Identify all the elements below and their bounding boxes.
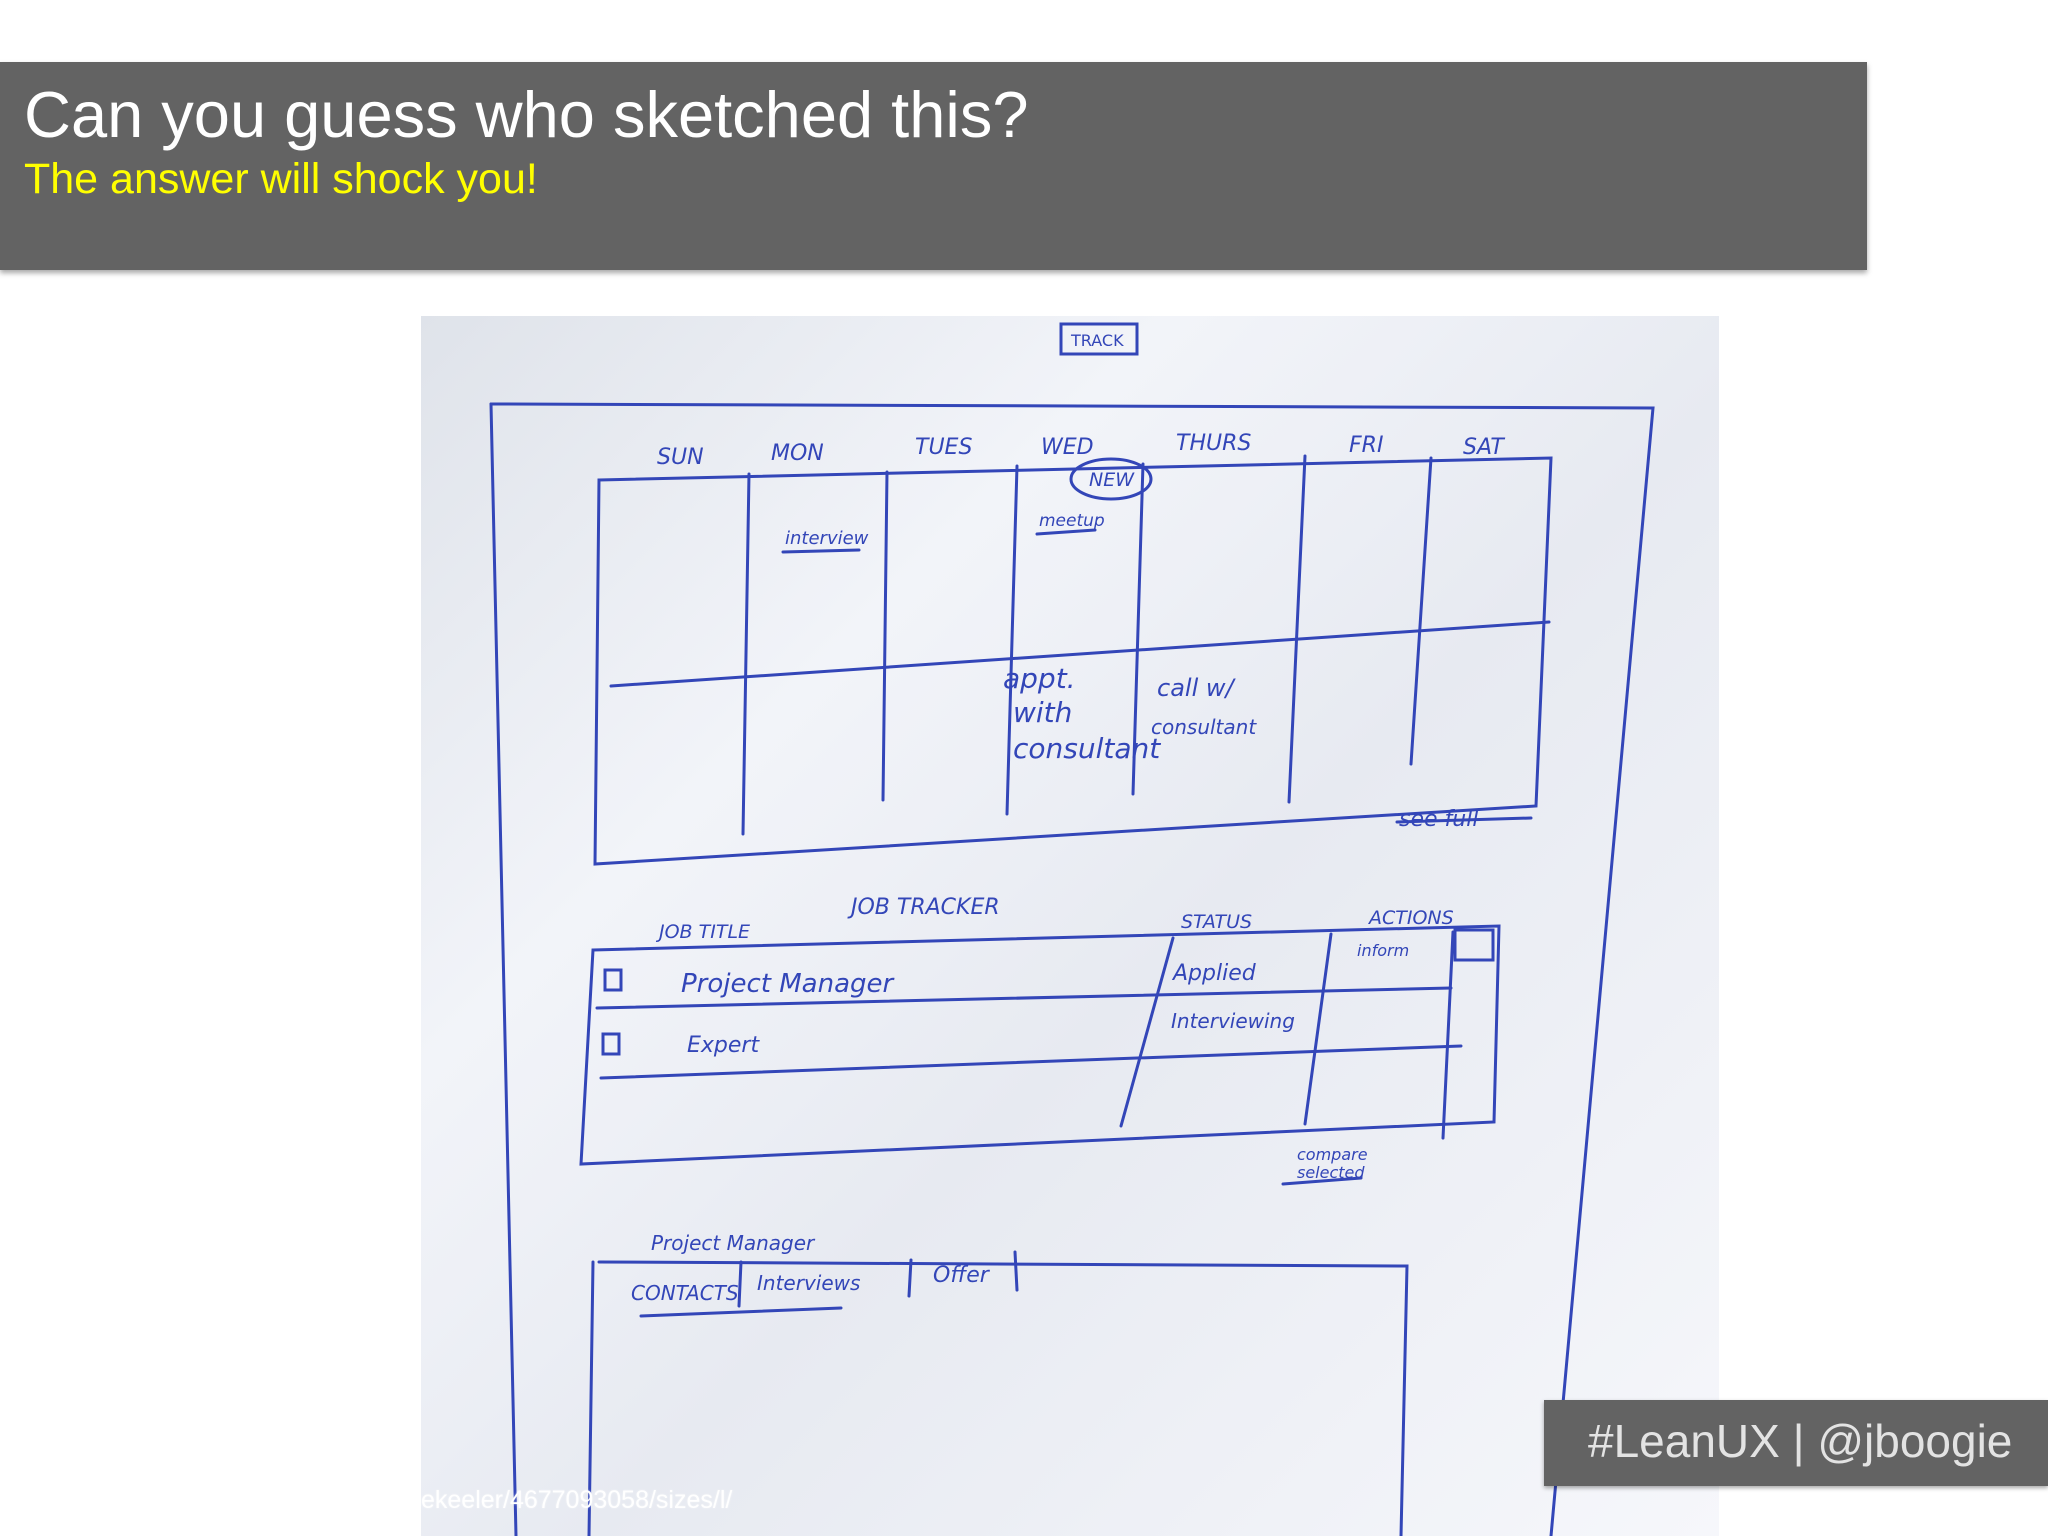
hashtag-text: #LeanUX | @jboogie [1588,1415,2013,1467]
compare-selected-line1: compare [1297,1145,1368,1164]
day-sun: SUN [657,445,704,470]
column-job-title: JOB TITLE [655,921,750,943]
calendar-item-meetup: meetup [1039,511,1105,531]
compare-selected-line2: selected [1297,1163,1365,1182]
day-mon: MON [771,441,824,466]
calendar-item-call-line2: consultant [1151,715,1257,739]
column-status: STATUS [1181,911,1252,933]
row2-job-title: Expert [687,1033,760,1058]
job-tracker-title: JOB TRACKER [847,895,1000,920]
calendar-item-appt-line2: with [1013,696,1072,729]
title-bar: Can you guess who sketched this? The ans… [0,62,1867,270]
row1-status: Applied [1171,961,1257,986]
calendar-item-call-line1: call w/ [1157,674,1236,702]
calendar-item-interview: interview [785,528,869,549]
hashtag-box: #LeanUX | @jboogie [1544,1400,2048,1486]
see-full-link: see full [1399,807,1478,832]
detail-heading: Project Manager [651,1231,816,1255]
new-badge: NEW [1089,469,1135,491]
photo-credit: ekeeler/4677093058/sizes/l/ [421,1486,733,1514]
day-sat: SAT [1463,435,1505,460]
day-fri: FRI [1349,433,1383,458]
tab-offer: Offer [933,1263,991,1288]
calendar-item-appt-line3: consultant [1013,732,1161,765]
day-tues: TUES [915,435,972,460]
tab-contacts: CONTACTS [631,1281,739,1305]
slide-subtitle: The answer will shock you! [24,155,538,203]
day-wed: WED [1041,435,1094,460]
slide-title: Can you guess who sketched this? [24,78,1029,151]
sketch-photo: TRACK SUN MON TUES WED THURS FRI SAT NEW… [421,316,1719,1536]
row1-action: inform [1357,941,1409,960]
day-thurs: THURS [1176,431,1251,456]
row1-job-title: Project Manager [681,969,896,999]
tab-interviews: Interviews [757,1271,860,1295]
column-actions: ACTIONS [1367,907,1454,929]
wireframe-sketch: TRACK SUN MON TUES WED THURS FRI SAT NEW… [489,322,1655,1536]
row2-status: Interviewing [1171,1009,1295,1033]
calendar-item-appt-line1: appt. [1003,662,1076,695]
sketch-logo: TRACK [1070,331,1124,350]
